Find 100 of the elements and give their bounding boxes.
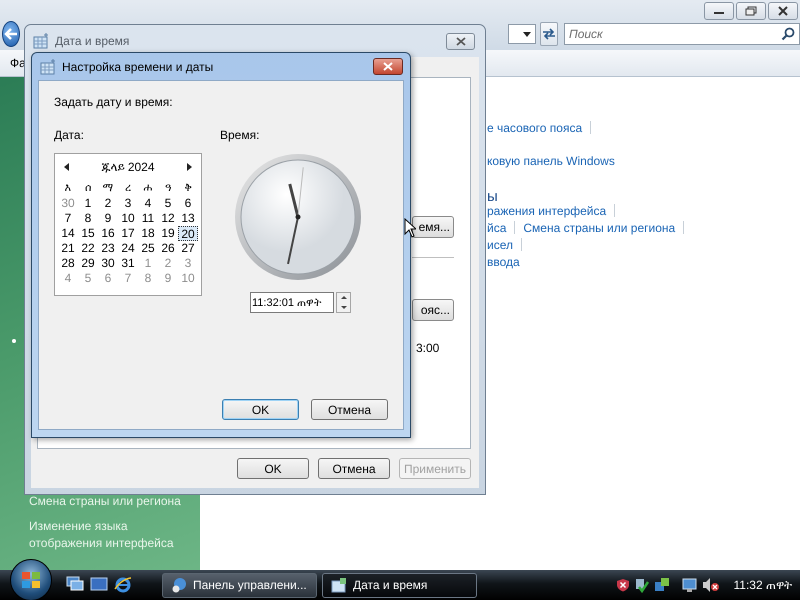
calendar-day[interactable]: 11 xyxy=(138,211,158,226)
calendar-day[interactable]: 13 xyxy=(178,211,198,226)
settings-link[interactable]: е часового пояса xyxy=(487,120,582,134)
previous-arrow-icon[interactable] xyxy=(64,163,69,171)
close-button[interactable] xyxy=(446,32,475,50)
instruction-text: Задать дату и время: xyxy=(54,95,174,109)
settings-link[interactable]: ввода xyxy=(487,254,520,268)
calendar-day[interactable]: 10 xyxy=(118,211,138,226)
calendar-day[interactable]: 19 xyxy=(158,226,178,241)
taskbar-button[interactable]: Панель управлени... xyxy=(162,572,317,598)
calendar-day[interactable]: 15 xyxy=(78,226,98,241)
calendar-day[interactable]: 3 xyxy=(118,196,138,211)
close-icon xyxy=(778,6,788,16)
down-arrow-icon xyxy=(340,306,346,309)
close-button[interactable] xyxy=(373,58,403,75)
settings-link[interactable]: йса xyxy=(487,220,506,234)
calendar-day[interactable]: 28 xyxy=(58,256,78,271)
restore-button[interactable] xyxy=(736,2,766,20)
month-title[interactable]: ጁላይ 2024 xyxy=(101,160,155,174)
calendar-day[interactable]: 24 xyxy=(118,241,138,256)
start-button[interactable] xyxy=(10,559,52,600)
calendar-day[interactable]: 7 xyxy=(58,211,78,226)
network-icon[interactable] xyxy=(654,577,670,593)
calendar-day[interactable]: 17 xyxy=(118,226,138,241)
calendar-day[interactable]: 6 xyxy=(178,196,198,211)
time-text: 3:00 xyxy=(416,341,440,355)
calendar-day[interactable]: 18 xyxy=(138,226,158,241)
calendar-day[interactable]: 25 xyxy=(138,241,158,256)
time-field[interactable]: 11:32:01 ጠዋት xyxy=(250,292,334,313)
section-heading: ы xyxy=(487,186,498,204)
weekday-label: እ xyxy=(64,181,72,196)
weekday-label: ረ xyxy=(124,181,132,196)
calendar-day[interactable]: 26 xyxy=(158,241,178,256)
calendar-day[interactable]: 31 xyxy=(118,256,138,271)
settings-link[interactable]: ковую панель Windows xyxy=(487,154,615,168)
caret-icon xyxy=(523,32,531,36)
bullet-icon xyxy=(12,339,16,343)
close-icon xyxy=(456,36,466,46)
calendar-day[interactable]: 14 xyxy=(58,226,78,241)
update-icon[interactable] xyxy=(634,577,650,593)
weekday-label: ሰ xyxy=(84,181,92,196)
field-label: Дата: xyxy=(54,128,85,142)
up-arrow-icon xyxy=(340,296,346,300)
dialog-button[interactable]: OK xyxy=(237,458,309,479)
calendar-day[interactable]: 1 xyxy=(78,196,98,211)
calendar-day[interactable]: 27 xyxy=(178,241,198,256)
calendar[interactable]: ጁላይ 2024 እ ሰ ማ ረ ሐ ዓ ቅ 30 1 2 3 4 5 6 7 8 9 10 11 12 13 14 15 16 17 18 19 20 21 22 23 24 25 26 27 28 29 30 31 1 2 3 4 5 6 7 8 9 10 xyxy=(54,153,202,296)
weekday-label: ቅ xyxy=(184,181,192,196)
back-button[interactable] xyxy=(2,21,20,47)
calendar-day[interactable]: 9 xyxy=(98,211,118,226)
calendar-day[interactable]: 16 xyxy=(98,226,118,241)
calendar-icon xyxy=(33,33,49,49)
calendar-day[interactable]: 4 xyxy=(138,196,158,211)
calendar-icon xyxy=(40,58,56,74)
calendar-icon xyxy=(331,577,347,593)
settings-link[interactable]: ражения интерфейса xyxy=(487,204,606,218)
calendar-day[interactable]: 22 xyxy=(78,241,98,256)
restore-icon xyxy=(745,6,757,16)
settings-link[interactable]: Смена страны или региона xyxy=(523,220,676,234)
taskbar-button[interactable]: Дата и время xyxy=(322,572,477,598)
address-bar[interactable] xyxy=(508,24,536,44)
change-button[interactable]: ояс... xyxy=(412,299,454,321)
weekday-label: ዓ xyxy=(164,181,172,196)
calendar-day[interactable]: 30 xyxy=(98,256,118,271)
browser-icon[interactable] xyxy=(114,576,132,594)
desktop-icon[interactable] xyxy=(90,576,108,592)
spin-button[interactable] xyxy=(336,292,351,313)
change-button[interactable]: емя... xyxy=(412,216,454,238)
calendar-day[interactable]: 12 xyxy=(158,211,178,226)
monitor-icon[interactable] xyxy=(682,577,698,593)
search-icon xyxy=(781,27,795,41)
calendar-day[interactable]: 21 xyxy=(58,241,78,256)
refresh-button[interactable] xyxy=(540,22,558,46)
calendar-day[interactable]: 5 xyxy=(158,196,178,211)
next-arrow-icon[interactable] xyxy=(187,163,192,171)
window-title: Дата и время xyxy=(55,34,130,48)
calendar-day[interactable]: 8 xyxy=(78,211,98,226)
dialog-button[interactable]: Отмена xyxy=(318,458,390,479)
calendar-day[interactable]: 23 xyxy=(98,241,118,256)
taskbar-clock[interactable]: 11:32 ጠዋት xyxy=(734,578,792,592)
calendar-day[interactable]: 20 xyxy=(178,226,198,241)
field-label: Время: xyxy=(220,128,260,142)
refresh-icon xyxy=(541,27,557,41)
back-arrow-icon xyxy=(4,28,18,40)
search-field[interactable]: Поиск xyxy=(564,23,800,45)
dialog-button[interactable]: Отмена xyxy=(311,399,388,420)
shield-icon[interactable] xyxy=(616,578,630,592)
mouse-cursor-icon xyxy=(404,218,416,238)
dialog-title: Настройка времени и даты xyxy=(62,60,214,74)
settings-link[interactable]: исел xyxy=(487,238,513,252)
calendar-day[interactable]: 29 xyxy=(78,256,98,271)
weekday-label: ማ xyxy=(102,181,114,196)
weekday-label: ሐ xyxy=(142,181,154,196)
dialog-button[interactable]: OK xyxy=(222,399,299,420)
calendar-day[interactable]: 2 xyxy=(98,196,118,211)
muted-volume-icon[interactable] xyxy=(702,577,720,593)
switch-windows-icon[interactable] xyxy=(66,576,84,592)
close-button[interactable] xyxy=(768,2,798,20)
minimize-button[interactable] xyxy=(704,2,734,20)
close-icon xyxy=(383,62,393,71)
